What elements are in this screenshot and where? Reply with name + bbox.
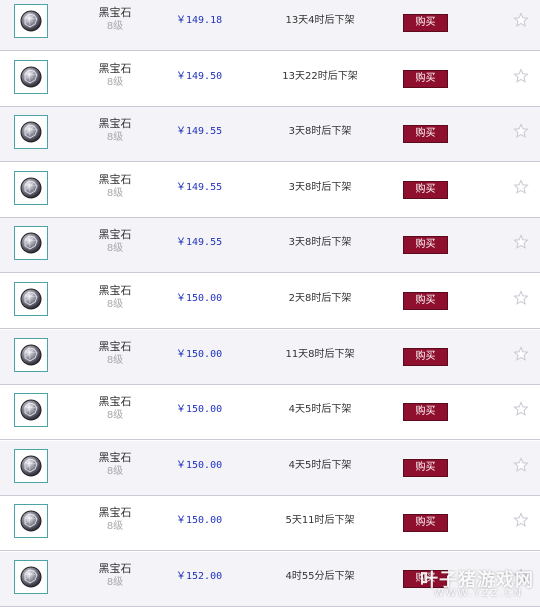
black-gem-icon	[20, 288, 42, 310]
listing-row: 黑宝石 8级 ￥150.00 2天8时后下架 购买	[0, 274, 540, 329]
favorite-star-icon[interactable]	[513, 12, 529, 28]
item-name: 黑宝石	[98, 172, 132, 186]
item-name: 黑宝石	[98, 506, 132, 520]
time-remaining: 13天4时后下架	[285, 15, 355, 26]
item-name: 黑宝石	[98, 562, 132, 575]
item-price: ￥149.55	[176, 126, 223, 138]
item-level: 8级	[106, 132, 124, 144]
black-gem-icon	[20, 399, 42, 421]
time-remaining: 3天8时后下架	[288, 237, 352, 249]
item-name: 黑宝石	[98, 117, 132, 131]
favorite-star-icon[interactable]	[513, 345, 529, 362]
item-thumbnail[interactable]	[14, 115, 48, 150]
item-thumbnail[interactable]	[14, 504, 48, 539]
item-price: ￥150.00	[176, 515, 223, 527]
item-price: ￥150.00	[176, 348, 223, 360]
listing-row: 黑宝石 8级 ￥149.18 13天4时后下架 购买	[0, 0, 540, 51]
item-thumbnail[interactable]	[14, 226, 48, 261]
listing-row: 黑宝石 8级 ￥149.55 3天8时后下架 购买	[0, 162, 540, 218]
item-level: 8级	[106, 299, 124, 310]
item-name: 黑宝石	[98, 395, 132, 409]
listing-row: 黑宝石 8级 ￥150.00 4天5时后下架 购买	[0, 440, 540, 496]
black-gem-icon	[20, 510, 42, 532]
buy-button[interactable]: 购买	[403, 180, 448, 199]
listing-row: 黑宝石 8级 ￥149.50 13天22时后下架 购买	[0, 51, 540, 107]
item-level: 8级	[106, 354, 124, 366]
buy-button[interactable]: 购买	[403, 236, 448, 255]
buy-button[interactable]: 购买	[403, 14, 448, 32]
favorite-star-icon[interactable]	[513, 290, 529, 306]
item-thumbnail[interactable]	[14, 170, 48, 205]
buy-button[interactable]: 购买	[403, 458, 448, 477]
item-level: 8级	[106, 243, 124, 255]
black-gem-icon	[20, 566, 42, 588]
buy-button[interactable]: 购买	[403, 403, 448, 422]
time-remaining: 4天5时后下架	[288, 459, 352, 471]
favorite-star-icon[interactable]	[513, 512, 529, 528]
item-price: ￥149.18	[176, 15, 223, 26]
item-thumbnail[interactable]	[14, 282, 48, 316]
item-price: ￥149.50	[176, 70, 223, 82]
item-name: 黑宝石	[98, 284, 132, 297]
item-price: ￥150.00	[176, 404, 223, 416]
listing-row: 黑宝石 8级 ￥150.00 5天11时后下架 购买	[0, 496, 540, 552]
black-gem-icon	[20, 10, 42, 32]
listing-row: 黑宝石 8级 ￥149.55 3天8时后下架 购买	[0, 107, 540, 163]
item-level: 8级	[106, 187, 124, 199]
buy-button[interactable]: 购买	[403, 514, 448, 533]
item-name: 黑宝石	[98, 450, 132, 464]
favorite-star-icon[interactable]	[513, 568, 529, 584]
item-name: 黑宝石	[98, 6, 132, 19]
black-gem-icon	[20, 232, 42, 254]
item-level: 8级	[106, 76, 124, 88]
time-remaining: 3天8时后下架	[288, 181, 352, 193]
black-gem-icon	[20, 344, 42, 366]
black-gem-icon	[20, 177, 42, 199]
buy-button[interactable]: 购买	[403, 125, 448, 144]
listing-row: 黑宝石 8级 ￥150.00 4天5时后下架 购买	[0, 385, 540, 441]
time-remaining: 13天22时后下架	[282, 70, 358, 82]
item-thumbnail[interactable]	[14, 337, 48, 372]
favorite-star-icon[interactable]	[513, 401, 529, 417]
favorite-star-icon[interactable]	[513, 234, 529, 250]
black-gem-icon	[20, 121, 42, 143]
listing-row: 黑宝石 8级 ￥152.00 4时55分后下架 购买	[0, 552, 540, 607]
listing-row: 黑宝石 8级 ￥149.55 3天8时后下架 购买	[0, 218, 540, 274]
item-price: ￥150.00	[176, 459, 223, 471]
item-name: 黑宝石	[98, 228, 132, 242]
buy-button[interactable]: 购买	[403, 570, 448, 588]
item-level: 8级	[106, 521, 124, 533]
favorite-star-icon[interactable]	[513, 123, 529, 139]
listing-row: 黑宝石 8级 ￥150.00 11天8时后下架 购买	[0, 329, 540, 385]
item-thumbnail[interactable]	[14, 4, 48, 38]
time-remaining: 5天11时后下架	[285, 515, 355, 527]
item-thumbnail[interactable]	[14, 393, 48, 428]
item-price: ￥150.00	[176, 293, 223, 304]
buy-button[interactable]: 购买	[403, 292, 448, 310]
favorite-star-icon[interactable]	[513, 179, 529, 195]
item-name: 黑宝石	[98, 61, 132, 75]
time-remaining: 2天8时后下架	[288, 293, 352, 304]
time-remaining: 3天8时后下架	[288, 126, 352, 138]
item-level: 8级	[106, 577, 124, 588]
item-name: 黑宝石	[98, 339, 132, 353]
item-level: 8级	[106, 410, 124, 422]
item-price: ￥152.00	[176, 571, 223, 582]
black-gem-icon	[20, 455, 42, 477]
item-price: ￥149.55	[176, 181, 223, 193]
item-price: ￥149.55	[176, 237, 223, 249]
item-level: 8级	[106, 21, 124, 32]
item-thumbnail[interactable]	[14, 59, 48, 94]
time-remaining: 11天8时后下架	[285, 348, 355, 360]
buy-button[interactable]: 购买	[403, 347, 448, 366]
item-thumbnail[interactable]	[14, 448, 48, 483]
favorite-star-icon[interactable]	[513, 67, 529, 84]
buy-button[interactable]: 购买	[403, 69, 448, 88]
time-remaining: 4天5时后下架	[288, 404, 352, 416]
time-remaining: 4时55分后下架	[285, 571, 355, 582]
item-thumbnail[interactable]	[14, 560, 48, 594]
favorite-star-icon[interactable]	[513, 457, 529, 473]
black-gem-icon	[20, 66, 42, 88]
item-level: 8级	[106, 465, 124, 477]
